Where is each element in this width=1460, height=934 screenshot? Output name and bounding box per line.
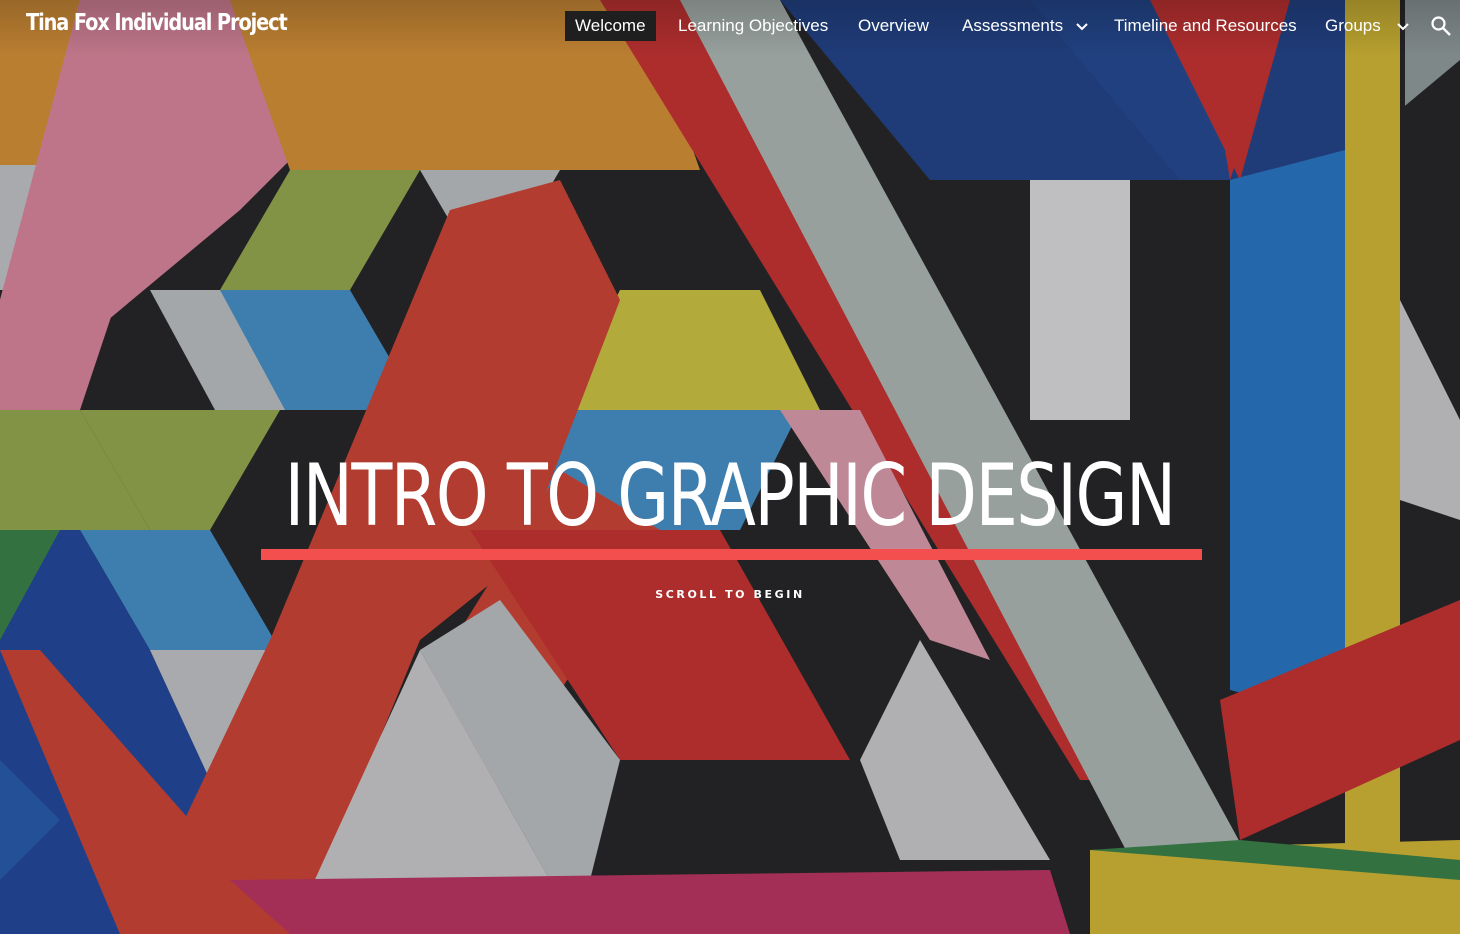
nav-item-overview[interactable]: Overview bbox=[858, 11, 929, 41]
nav-item-assessments[interactable]: Assessments bbox=[962, 11, 1063, 41]
hero-title: INTRO TO GRAPHIC DESIGN bbox=[284, 446, 1177, 546]
nav-item-welcome[interactable]: Welcome bbox=[565, 11, 656, 41]
chevron-down-icon[interactable] bbox=[1075, 19, 1089, 33]
scroll-to-begin-label[interactable]: SCROLL TO BEGIN bbox=[0, 588, 1460, 601]
hero-title-underline bbox=[261, 549, 1202, 560]
nav-item-groups[interactable]: Groups bbox=[1325, 11, 1381, 41]
chevron-down-icon[interactable] bbox=[1396, 19, 1410, 33]
nav-item-learning-objectives[interactable]: Learning Objectives bbox=[678, 11, 828, 41]
search-icon[interactable] bbox=[1430, 15, 1452, 37]
nav-item-timeline-and-resources[interactable]: Timeline and Resources bbox=[1114, 11, 1297, 41]
site-title[interactable]: Tina Fox Individual Project bbox=[26, 10, 288, 36]
